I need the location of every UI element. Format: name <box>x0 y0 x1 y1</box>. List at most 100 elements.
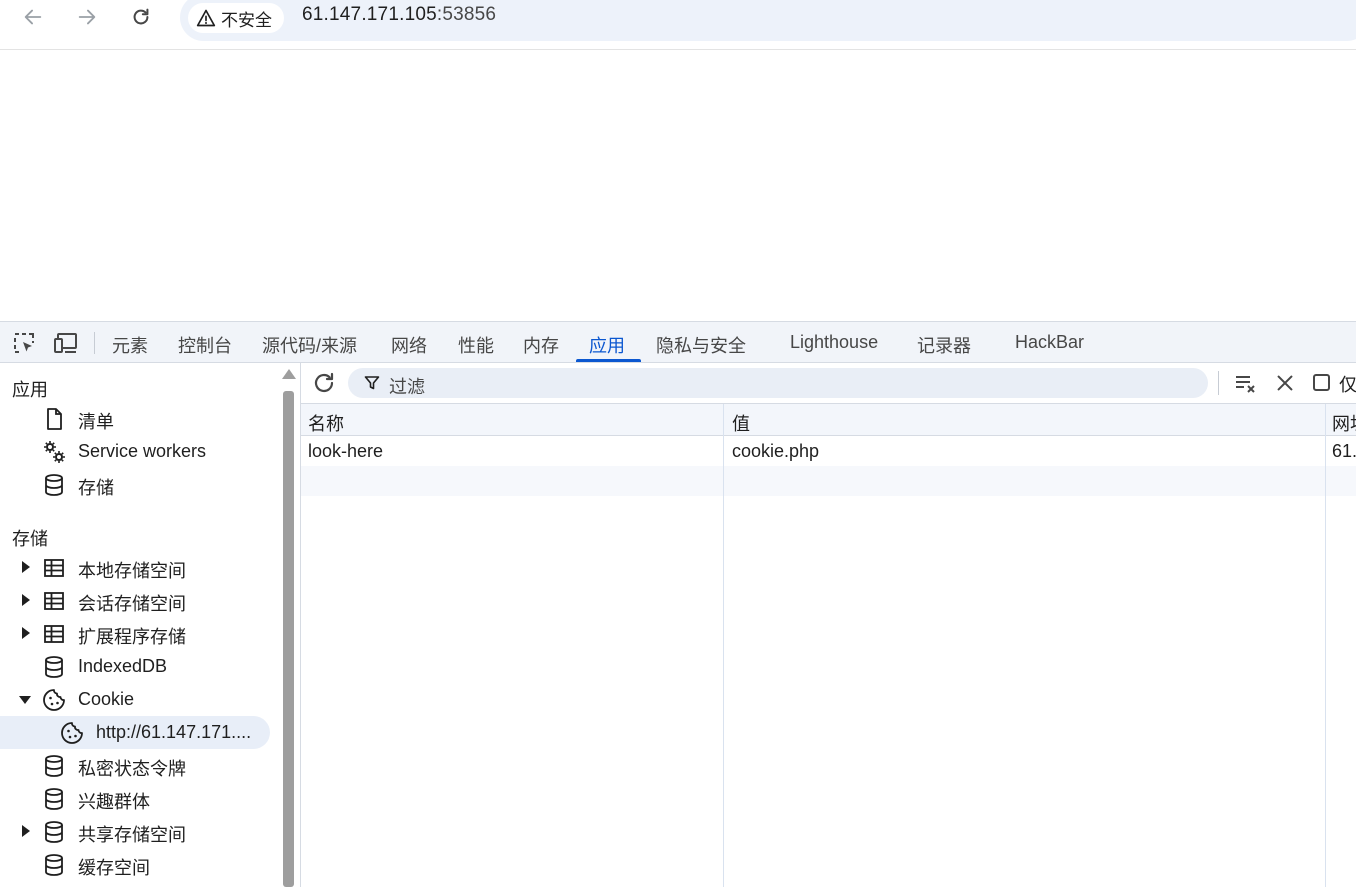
tab-network[interactable]: 网络 <box>391 332 427 358</box>
sidebar-item-cache-storage[interactable]: 缓存空间 <box>0 848 270 881</box>
sidebar-item-label: http://61.147.171.... <box>96 722 252 742</box>
cookie-toolbar: 过滤 仅 <box>301 363 1356 403</box>
cookie-domain-cell: 61. <box>1332 441 1356 461</box>
only-issues-label: 仅 <box>1339 375 1356 395</box>
sidebar-item-local-storage[interactable]: 本地存储空间 <box>0 551 270 584</box>
table-header: 名称 值 网址 <box>301 404 1356 436</box>
filter-input[interactable]: 过滤 <box>348 368 1208 398</box>
forward-button[interactable] <box>71 1 103 33</box>
column-header-domain[interactable]: 网址 <box>1332 410 1356 436</box>
section-heading-app: 应用 <box>12 380 48 400</box>
database-icon <box>41 753 67 779</box>
tab-application[interactable]: 应用 <box>589 332 625 358</box>
sidebar-item-label: Service workers <box>78 441 207 461</box>
arrow-left-icon <box>24 9 42 25</box>
sidebar-item-storage[interactable]: 存储 <box>0 468 270 501</box>
sidebar-item-service-workers[interactable]: Service workers <box>0 435 270 468</box>
sidebar-item-private-state-tokens[interactable]: 私密状态令牌 <box>0 749 270 782</box>
tab-recorder[interactable]: 记录器 <box>917 332 971 358</box>
sidebar-item-cookies[interactable]: Cookie <box>0 683 270 716</box>
expand-arrow-icon[interactable] <box>22 594 30 606</box>
device-toolbar-button[interactable] <box>53 331 79 355</box>
scroll-up-arrow-icon[interactable] <box>282 369 296 379</box>
reload-icon <box>133 8 149 25</box>
address-bar[interactable]: 不安全 61.147.171.105:53856 <box>180 0 1356 41</box>
sidebar-item-label: IndexedDB <box>78 656 168 676</box>
tab-console[interactable]: 控制台 <box>178 332 232 358</box>
sidebar-item-label: 缓存空间 <box>78 858 150 878</box>
clear-list-icon <box>1236 376 1255 393</box>
file-icon <box>41 406 67 432</box>
tab-performance[interactable]: 性能 <box>458 332 494 358</box>
sidebar-item-label: 共享存储空间 <box>78 825 186 845</box>
sidebar-item-label: 清单 <box>78 412 114 432</box>
security-chip[interactable]: 不安全 <box>188 3 284 33</box>
device-icon <box>54 333 77 353</box>
select-element-icon <box>14 333 34 353</box>
filter-icon <box>364 376 380 390</box>
filter-placeholder: 过滤 <box>389 377 425 397</box>
sidebar-item-label: 存储 <box>78 478 114 498</box>
clear-all-cookies-button[interactable] <box>1231 369 1259 397</box>
cookie-panel: 过滤 仅 名称 值 网址 look-here cookie.php 61. <box>300 363 1356 887</box>
database-icon <box>41 819 67 845</box>
active-tab-indicator <box>576 359 641 362</box>
url-host: 61.147.171.105 <box>302 4 437 25</box>
back-button[interactable] <box>17 1 49 33</box>
cookie-name-cell: look-here <box>308 441 384 461</box>
tab-privacy-security[interactable]: 隐私与安全 <box>656 332 746 358</box>
application-sidebar: 应用 清单 Service workers 存储 存储 本地存储空间 会话存储空… <box>0 363 280 887</box>
cookie-table: 名称 值 网址 look-here cookie.php 61. <box>301 403 1356 887</box>
sidebar-item-interest-groups[interactable]: 兴趣群体 <box>0 782 270 815</box>
scrollbar-thumb[interactable] <box>283 391 294 887</box>
tab-sources[interactable]: 源代码/来源 <box>262 332 357 358</box>
sidebar-item-label: 扩展程序存储 <box>78 627 186 647</box>
expand-arrow-icon[interactable] <box>22 627 30 639</box>
cookie-icon <box>41 687 67 713</box>
toolbar-separator <box>1218 371 1219 395</box>
expand-arrow-icon[interactable] <box>22 561 30 573</box>
url-port: :53856 <box>436 4 497 25</box>
arrow-right-icon <box>78 9 96 25</box>
cookie-icon <box>59 720 85 746</box>
column-header-value[interactable]: 值 <box>732 410 750 436</box>
only-issues-checkbox[interactable] <box>1313 374 1330 391</box>
database-icon <box>41 786 67 812</box>
tab-hackbar[interactable]: HackBar <box>1015 332 1084 353</box>
table-icon <box>41 555 67 581</box>
tab-lighthouse[interactable]: Lighthouse <box>790 332 878 353</box>
refresh-icon <box>314 372 334 393</box>
database-icon <box>41 852 67 878</box>
security-label: 不安全 <box>221 10 272 30</box>
browser-toolbar: 不安全 61.147.171.105:53856 <box>0 0 1356 50</box>
close-icon <box>1277 375 1293 391</box>
sidebar-item-label: 兴趣群体 <box>78 792 150 812</box>
column-divider[interactable] <box>723 404 724 887</box>
table-icon <box>41 621 67 647</box>
section-heading-storage: 存储 <box>12 529 48 549</box>
column-divider[interactable] <box>1325 404 1326 887</box>
collapse-arrow-icon[interactable] <box>19 696 31 704</box>
tab-elements[interactable]: 元素 <box>112 332 148 358</box>
inspect-element-button[interactable] <box>11 331 37 355</box>
delete-selected-button[interactable] <box>1271 369 1299 397</box>
sidebar-item-indexeddb[interactable]: IndexedDB <box>0 650 270 683</box>
database-icon <box>41 472 67 498</box>
tab-separator <box>94 332 95 354</box>
sidebar-item-label: 会话存储空间 <box>78 594 186 614</box>
tab-memory[interactable]: 内存 <box>523 332 559 358</box>
cookie-value-cell: cookie.php <box>732 441 820 461</box>
reload-button[interactable] <box>125 1 157 33</box>
url-text[interactable]: 61.147.171.105:53856 <box>302 4 496 26</box>
refresh-button[interactable] <box>311 370 337 396</box>
sidebar-item-extension-storage[interactable]: 扩展程序存储 <box>0 617 270 650</box>
sidebar-item-shared-storage[interactable]: 共享存储空间 <box>0 815 270 848</box>
sidebar-item-label: 私密状态令牌 <box>78 759 186 779</box>
sidebar-item-label: 本地存储空间 <box>78 561 186 581</box>
sidebar-item-manifest[interactable]: 清单 <box>0 402 270 435</box>
sidebar-item-cookie-origin[interactable]: http://61.147.171.... <box>0 716 270 749</box>
column-header-name[interactable]: 名称 <box>308 410 344 436</box>
sidebar-item-session-storage[interactable]: 会话存储空间 <box>0 584 270 617</box>
table-row[interactable]: look-here cookie.php 61. <box>301 436 1356 466</box>
expand-arrow-icon[interactable] <box>22 825 30 837</box>
